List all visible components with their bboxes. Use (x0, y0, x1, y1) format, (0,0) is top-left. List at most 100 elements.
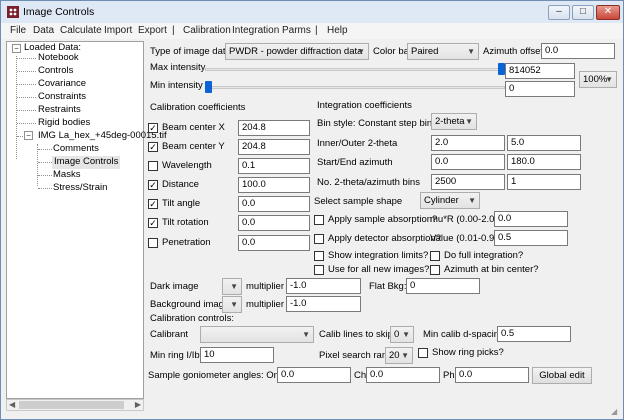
tilt-rotation-checkbox[interactable]: ✓ (148, 218, 158, 228)
type-select[interactable]: PWDR - powder diffraction data ▼ (225, 43, 369, 60)
penetration-checkbox[interactable] (148, 238, 158, 248)
show-ring-picks-checkbox[interactable] (418, 348, 428, 358)
menu-export[interactable]: Export (138, 25, 167, 36)
tree-connector (17, 71, 36, 72)
tree-item-rigid-bodies[interactable]: Rigid bodies (38, 117, 90, 130)
tree-item-notebook[interactable]: Notebook (38, 52, 79, 65)
menu-help[interactable]: Help (327, 25, 348, 36)
dark-multiplier-input[interactable]: -1.0 (286, 278, 361, 294)
collapse-icon[interactable]: − (24, 131, 33, 140)
background-image-select[interactable]: ▼ (222, 296, 242, 313)
show-limits-checkbox[interactable] (314, 251, 324, 261)
min-d-spacing-input[interactable]: 0.5 (497, 326, 571, 342)
outer-2theta-input[interactable]: 5.0 (507, 135, 581, 151)
tree-connector (38, 149, 52, 150)
chi-input[interactable]: 0.0 (366, 367, 440, 383)
azimuth-center-checkbox[interactable] (430, 265, 440, 275)
menu-bar: File Data Calculate Import Export | Cali… (1, 23, 623, 39)
mur-input[interactable]: 0.0 (494, 211, 568, 227)
detector-absorption-input[interactable]: 0.5 (494, 230, 568, 246)
tree-item-constraints[interactable]: Constraints (38, 91, 86, 104)
resize-grip-icon[interactable]: ◢ (611, 407, 621, 417)
tilt-rotation-input[interactable]: 0.0 (238, 215, 310, 231)
colorbar-select[interactable]: Paired ▼ (407, 43, 479, 60)
zoom-select[interactable]: 100% ▼ (579, 71, 617, 88)
tree-item-stress-strain[interactable]: Stress/Strain (53, 182, 107, 195)
tree-item-masks[interactable]: Masks (53, 169, 80, 182)
bins-azimuth-input[interactable]: 1 (507, 174, 581, 190)
tree-item-image-controls[interactable]: Image Controls (52, 156, 121, 169)
min-intensity-slider-thumb[interactable] (205, 81, 212, 93)
menu-calculate[interactable]: Calculate (60, 25, 102, 36)
beam-center-y-checkbox[interactable]: ✓ (148, 142, 158, 152)
tree-item-covariance[interactable]: Covariance (38, 78, 86, 91)
calib-skip-select[interactable]: 0 ▼ (390, 326, 414, 343)
azimuth-offset-input[interactable]: 0.0 (541, 43, 615, 59)
inner-2theta-input[interactable]: 2.0 (431, 135, 505, 151)
calibrant-select[interactable]: ▼ (200, 326, 314, 343)
menu-integration[interactable]: Integration (232, 25, 279, 36)
close-button[interactable]: ✕ (596, 5, 620, 20)
penetration-input[interactable]: 0.0 (238, 235, 310, 251)
end-azimuth-input[interactable]: 180.0 (507, 154, 581, 170)
global-edit-button[interactable]: Global edit (532, 367, 592, 384)
scrollbar-thumb[interactable] (19, 401, 124, 409)
min-intensity-slider[interactable] (205, 86, 505, 89)
full-integration-checkbox[interactable] (430, 251, 440, 261)
pixel-search-select[interactable]: 20 ▼ (385, 347, 413, 364)
min-intensity-input[interactable]: 0 (505, 81, 575, 97)
bins-2theta-input[interactable]: 2500 (431, 174, 505, 190)
menu-calibration[interactable]: Calibration (183, 25, 231, 36)
menu-file[interactable]: File (10, 25, 26, 36)
flat-bkg-input[interactable]: 0 (406, 278, 480, 294)
distance-input[interactable]: 100.0 (238, 177, 310, 193)
collapse-icon[interactable]: − (12, 44, 21, 53)
min-ring-label: Min ring I/Ib (150, 350, 200, 361)
wavelength-checkbox[interactable] (148, 161, 158, 171)
azimuth-range-label: Start/End azimuth (317, 157, 393, 168)
beam-center-x-checkbox[interactable]: ✓ (148, 123, 158, 133)
maximize-button[interactable]: □ (572, 5, 594, 20)
sample-shape-label: Select sample shape (314, 196, 403, 207)
tilt-angle-checkbox[interactable]: ✓ (148, 199, 158, 209)
calib-skip-value: 0 (394, 329, 400, 340)
dark-image-select[interactable]: ▼ (222, 278, 242, 295)
beam-center-y-input[interactable]: 204.8 (238, 139, 310, 155)
menu-parms[interactable]: Parms (282, 25, 311, 36)
min-ring-input[interactable]: 10 (200, 347, 274, 363)
min-intensity-label: Min intensity (150, 80, 203, 91)
wavelength-input[interactable]: 0.1 (238, 158, 310, 174)
data-tree[interactable]: − Loaded Data: Notebook Controls Covaria… (6, 41, 167, 399)
use-all-checkbox[interactable] (314, 265, 324, 275)
title-bar[interactable]: Image Controls – □ ✕ (1, 1, 623, 23)
scroll-right-icon[interactable]: ▶ (135, 400, 141, 409)
scroll-left-icon[interactable]: ◀ (9, 400, 15, 409)
tilt-angle-input[interactable]: 0.0 (238, 196, 310, 212)
menu-import[interactable]: Import (104, 25, 132, 36)
max-intensity-slider[interactable] (205, 68, 505, 71)
minimize-button[interactable]: – (548, 5, 570, 20)
wavelength-label: Wavelength (162, 160, 212, 171)
menu-data[interactable]: Data (33, 25, 54, 36)
max-intensity-input[interactable]: 814052 (505, 63, 575, 79)
beam-center-x-input[interactable]: 204.8 (238, 120, 310, 136)
tree-item-restraints[interactable]: Restraints (38, 104, 81, 117)
phi-input[interactable]: 0.0 (455, 367, 529, 383)
sample-shape-select[interactable]: Cylinder ▼ (420, 192, 480, 209)
tree-item-comments[interactable]: Comments (53, 143, 99, 156)
background-multiplier-input[interactable]: -1.0 (286, 296, 361, 312)
detector-absorption-checkbox[interactable] (314, 234, 324, 244)
max-intensity-slider-thumb[interactable] (498, 63, 505, 75)
sample-absorption-checkbox[interactable] (314, 215, 324, 225)
distance-checkbox[interactable]: ✓ (148, 180, 158, 190)
tree-horizontal-scrollbar[interactable]: ◀ ▶ (6, 399, 144, 411)
image-controls-window: Image Controls – □ ✕ File Data Calculate… (0, 0, 624, 420)
bin-style-select[interactable]: 2-theta ▼ (431, 113, 477, 130)
inner-outer-label: Inner/Outer 2-theta (317, 138, 398, 149)
detector-absorption-label: Apply detector absorption? (328, 233, 442, 244)
start-azimuth-input[interactable]: 0.0 (431, 154, 505, 170)
max-intensity-label: Max intensity (150, 62, 206, 73)
tree-item-controls[interactable]: Controls (38, 65, 73, 78)
colorbar-value: Paired (411, 46, 439, 57)
omega-input[interactable]: 0.0 (277, 367, 351, 383)
